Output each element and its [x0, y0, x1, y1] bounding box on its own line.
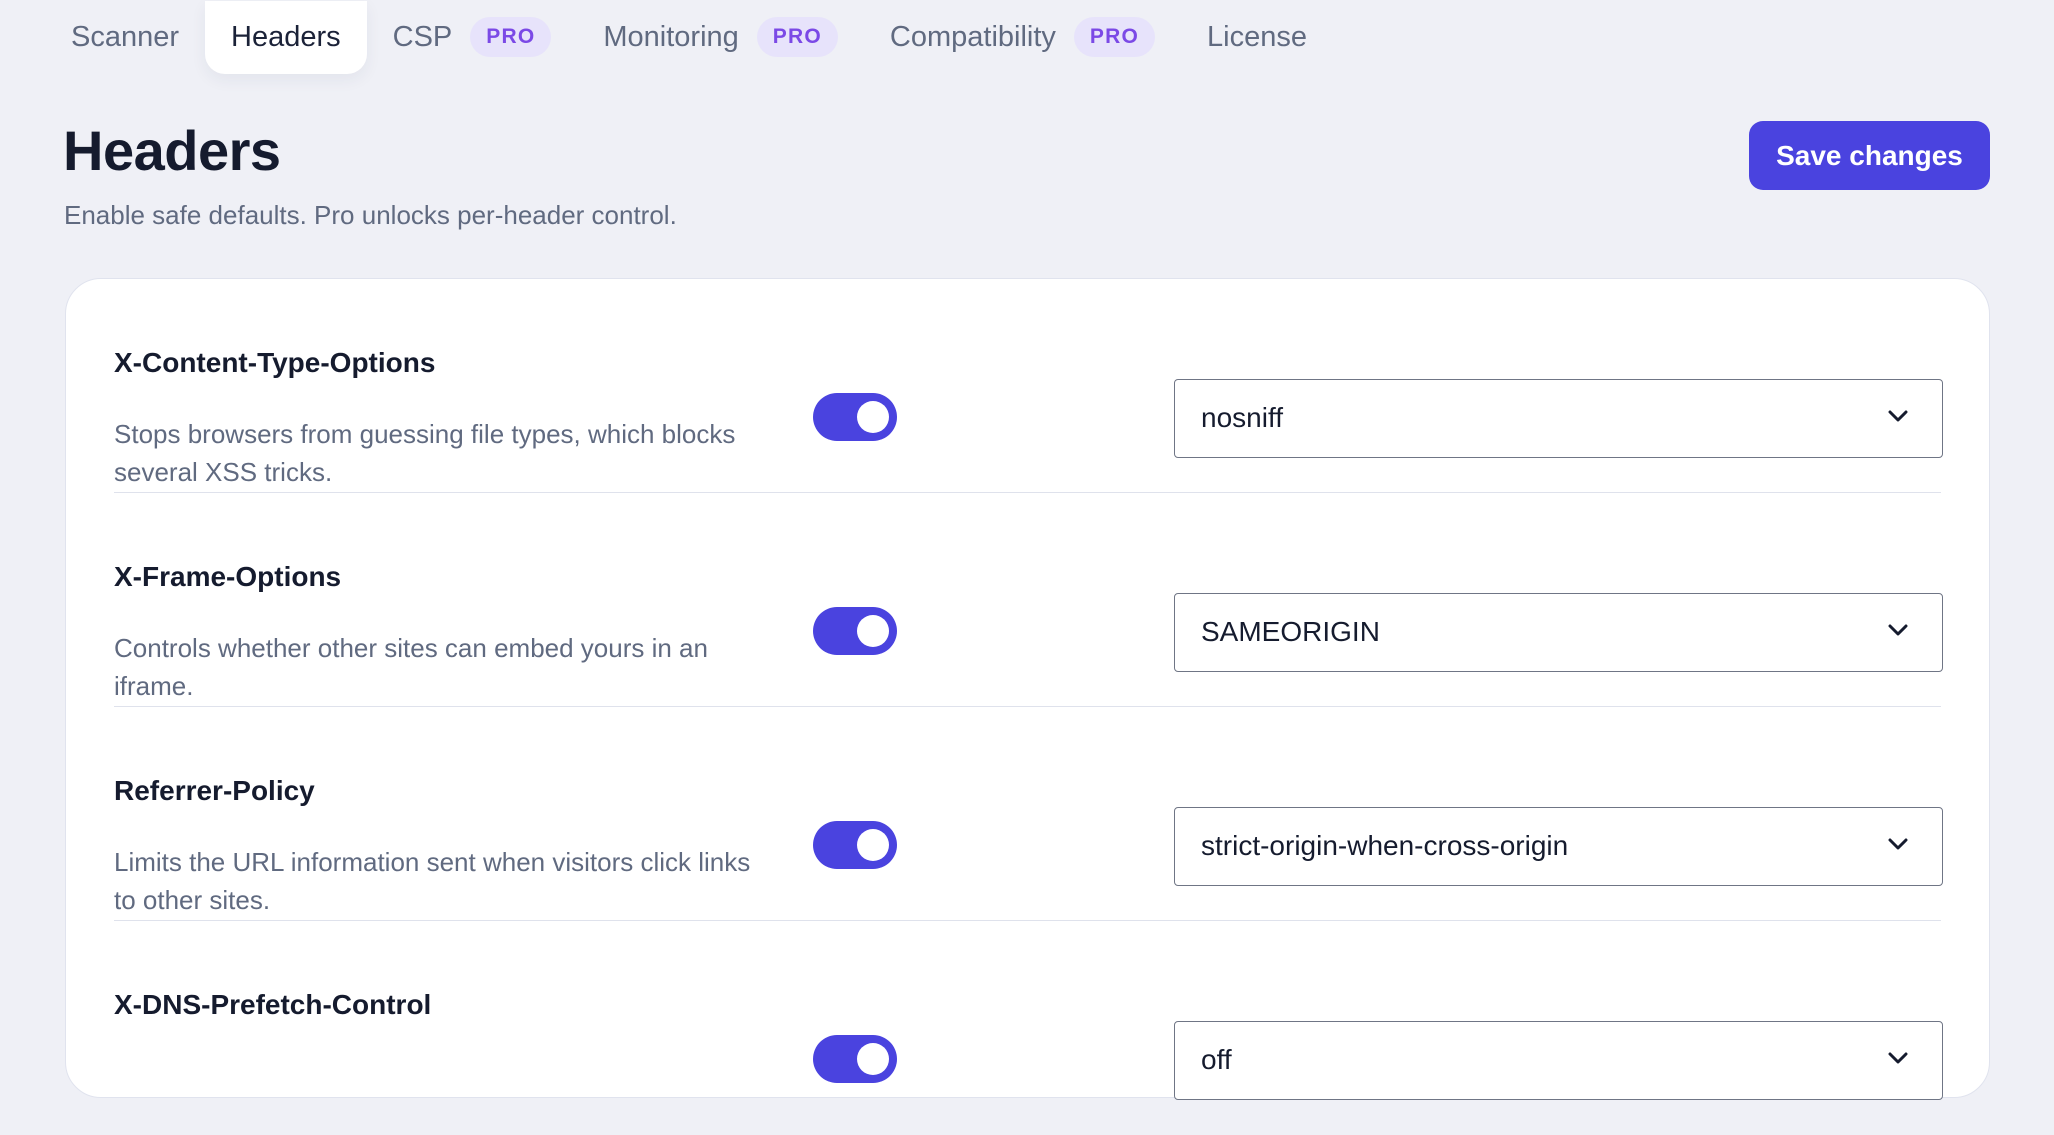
select-value: SAMEORIGIN	[1201, 616, 1380, 647]
pro-badge: PRO	[756, 17, 838, 57]
headers-card: X-Content-Type-Options Stops browsers fr…	[65, 278, 1990, 1100]
toggle-knob	[857, 401, 889, 433]
toggle-knob	[857, 615, 889, 647]
header-description: Limits the URL information sent when vis…	[114, 847, 751, 915]
tab-label: Headers	[231, 20, 341, 53]
header-row-x-frame-options: X-Frame-Options Controls whether other s…	[114, 493, 1943, 707]
save-changes-button[interactable]: Save changes	[1749, 121, 1990, 190]
header-row-x-dns-prefetch-control: X-DNS-Prefetch-Control off	[114, 921, 1943, 1135]
pro-badge: PRO	[470, 17, 552, 57]
tab-label: Scanner	[71, 20, 180, 53]
header-name: Referrer-Policy	[114, 775, 315, 806]
header-value-select[interactable]: SAMEORIGIN	[1174, 593, 1943, 672]
tab-csp[interactable]: CSP PRO	[367, 1, 578, 74]
tab-label: CSP	[392, 20, 453, 53]
header-row-x-content-type-options: X-Content-Type-Options Stops browsers fr…	[114, 279, 1943, 493]
header-value-select[interactable]: off	[1174, 1021, 1943, 1100]
select-value: off	[1201, 1044, 1232, 1075]
header-description: Stops browsers from guessing file types,…	[114, 419, 736, 487]
header-value-select[interactable]: strict-origin-when-cross-origin	[1174, 807, 1943, 886]
tab-scanner[interactable]: Scanner	[45, 1, 205, 74]
header-value-select[interactable]: nosniff	[1174, 379, 1943, 458]
pro-badge: PRO	[1073, 17, 1156, 57]
tab-label: License	[1207, 20, 1307, 53]
chevron-down-icon	[1888, 1052, 1908, 1064]
header-name: X-Content-Type-Options	[114, 347, 436, 378]
header-enabled-toggle[interactable]	[813, 607, 897, 655]
toggle-knob	[857, 829, 889, 861]
chevron-down-icon	[1888, 838, 1908, 850]
chevron-down-icon	[1888, 624, 1908, 636]
header-enabled-toggle[interactable]	[813, 821, 897, 869]
select-value: strict-origin-when-cross-origin	[1201, 830, 1569, 861]
header-row-referrer-policy: Referrer-Policy Limits the URL informati…	[114, 707, 1943, 921]
header-enabled-toggle[interactable]	[813, 1035, 897, 1083]
tab-compatibility[interactable]: Compatibility PRO	[864, 1, 1181, 74]
header-enabled-toggle[interactable]	[813, 393, 897, 441]
tab-headers[interactable]: Headers	[205, 0, 367, 74]
header-name: X-Frame-Options	[114, 561, 342, 592]
tab-bar: Scanner Headers CSP PRO Monitoring PRO C…	[45, 0, 1333, 74]
select-value: nosniff	[1201, 402, 1283, 433]
header-name: X-DNS-Prefetch-Control	[114, 989, 432, 1020]
tab-license[interactable]: License	[1181, 1, 1333, 74]
tab-label: Monitoring	[603, 20, 739, 53]
page-title: Headers	[63, 119, 281, 182]
header-description: Controls whether other sites can embed y…	[114, 633, 708, 701]
chevron-down-icon	[1888, 410, 1908, 422]
tab-label: Compatibility	[889, 20, 1056, 53]
page-subtitle: Enable safe defaults. Pro unlocks per-he…	[64, 200, 677, 230]
tab-monitoring[interactable]: Monitoring PRO	[577, 1, 864, 74]
